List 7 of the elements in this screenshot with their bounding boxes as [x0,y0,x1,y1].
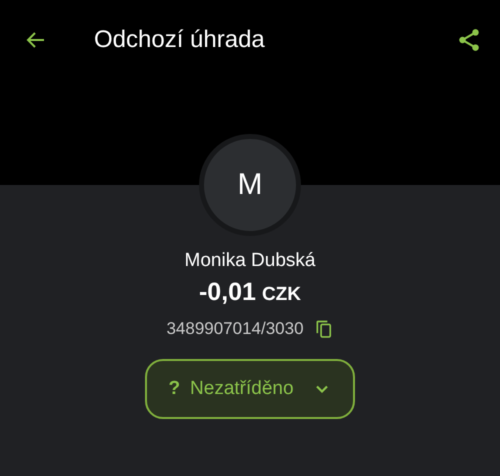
screen-title: Odchozí úhrada [94,26,266,54]
account-number: 3489907014/3030 [166,319,304,339]
category-dropdown[interactable]: ? Nezatříděno [145,359,355,419]
payee-name: Monika Dubská [184,250,316,272]
currency: CZK [262,284,302,306]
copy-icon[interactable] [314,319,334,339]
amount: -0,01 [198,278,256,307]
